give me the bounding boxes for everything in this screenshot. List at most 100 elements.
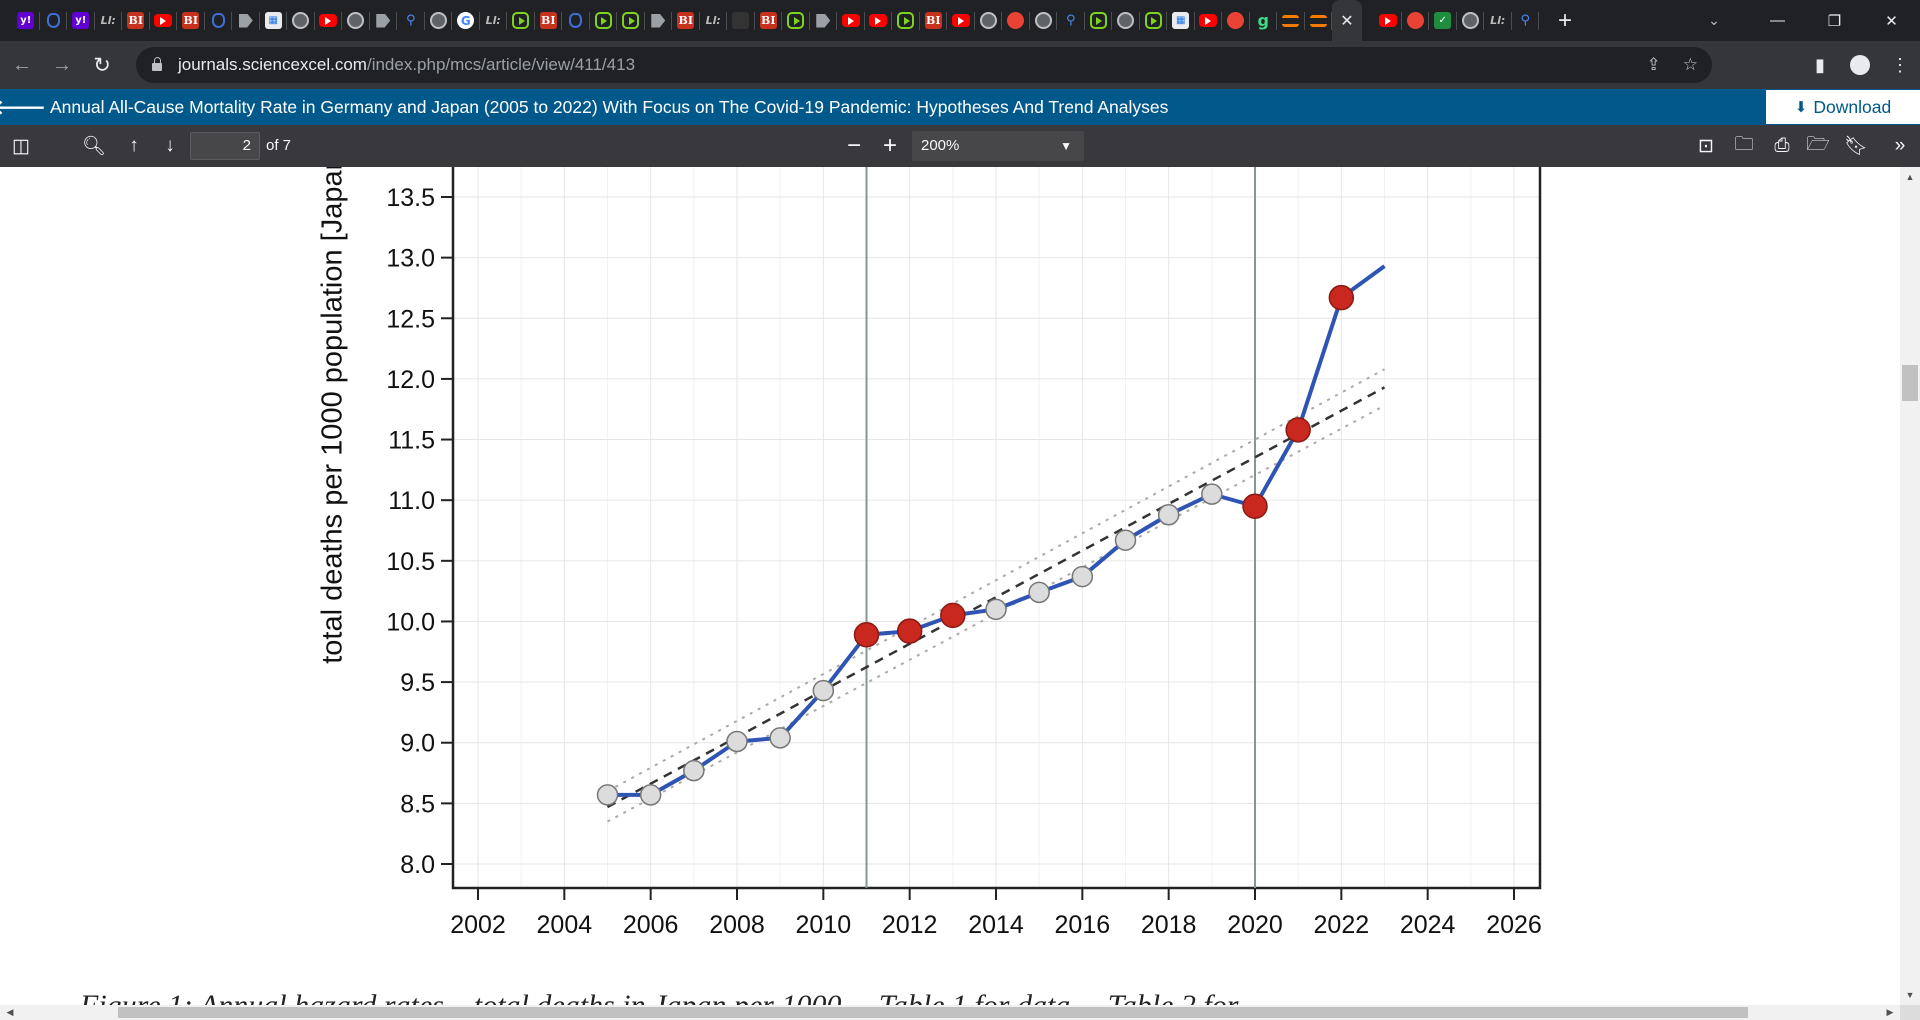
close-window-icon[interactable]: ✕	[1863, 0, 1920, 41]
side-panel-icon[interactable]: ▮	[1800, 41, 1840, 89]
browser-tab[interactable]	[727, 0, 755, 41]
browser-tab[interactable]	[150, 0, 178, 41]
browser-tab[interactable]	[590, 0, 618, 41]
minimize-icon[interactable]: —	[1749, 0, 1806, 41]
browser-tab[interactable]: G	[452, 0, 480, 41]
horizontal-scroll-thumb[interactable]	[118, 1007, 1748, 1018]
browser-tab[interactable]	[40, 0, 68, 41]
zoom-in-icon[interactable]: +	[874, 125, 906, 167]
scroll-left-icon[interactable]: ◀	[2, 1005, 18, 1020]
address-bar[interactable]: journals.sciencexcel.com /index.php/mcs/…	[136, 47, 1712, 83]
browser-tab[interactable]: ▦	[260, 0, 288, 41]
share-icon[interactable]: ⇪	[1647, 55, 1661, 75]
browser-tab[interactable]: ⚲	[1512, 0, 1540, 41]
browser-tab[interactable]: BI	[122, 0, 150, 41]
close-tab-icon[interactable]: ✕	[1340, 11, 1353, 31]
vertical-scrollbar[interactable]: ▲ ▼	[1900, 167, 1920, 1005]
reload-icon[interactable]: ↻	[84, 47, 120, 83]
browser-tab[interactable]	[562, 0, 590, 41]
back-icon[interactable]: ←	[4, 47, 40, 83]
highlight-point	[940, 602, 966, 629]
save-icon[interactable]: 🗁	[1802, 125, 1834, 167]
lock-icon[interactable]	[152, 57, 162, 71]
vertical-scroll-thumb[interactable]	[1902, 365, 1918, 401]
tab-search-chevron-icon[interactable]: ⌄	[1694, 0, 1734, 41]
browser-tab[interactable]	[1140, 0, 1168, 41]
browser-tab[interactable]: ⚲	[397, 0, 425, 41]
browser-tab[interactable]: BI	[535, 0, 563, 41]
bookmark-icon[interactable]: 🔖︎	[1840, 125, 1872, 167]
browser-tab[interactable]	[205, 0, 233, 41]
download-button[interactable]: ⬇ Download	[1766, 90, 1920, 124]
browser-tab[interactable]	[1112, 0, 1140, 41]
restore-icon[interactable]: ❐	[1806, 0, 1863, 41]
next-page-icon[interactable]: ↓	[154, 125, 186, 167]
horizontal-scrollbar[interactable]: ◀ ▶	[0, 1005, 1900, 1020]
browser-tab[interactable]	[837, 0, 865, 41]
article-title[interactable]: Annual All-Cause Mortality Rate in Germa…	[50, 97, 1168, 118]
presentation-mode-icon[interactable]: ⊡	[1690, 125, 1722, 167]
browser-tab[interactable]	[1402, 0, 1430, 41]
browser-tab[interactable]	[617, 0, 645, 41]
yt-favicon-icon	[869, 14, 888, 27]
browser-tab[interactable]: y!	[67, 0, 95, 41]
browser-tab[interactable]: BI	[177, 0, 205, 41]
browser-tab[interactable]	[782, 0, 810, 41]
scroll-down-icon[interactable]: ▼	[1900, 987, 1920, 1003]
previous-page-icon[interactable]: ↑	[118, 125, 150, 167]
browser-tab[interactable]	[342, 0, 370, 41]
browser-tab[interactable]	[315, 0, 343, 41]
profile-icon[interactable]	[1840, 41, 1880, 89]
browser-tab[interactable]: BI	[920, 0, 948, 41]
browser-tab[interactable]	[1222, 0, 1250, 41]
active-tab[interactable]: ✕	[1332, 0, 1362, 41]
browser-tab[interactable]: Ll:	[480, 0, 508, 41]
zoom-out-icon[interactable]: −	[838, 125, 870, 167]
print-icon[interactable]: ⎙	[1766, 125, 1798, 167]
browser-tab[interactable]	[370, 0, 398, 41]
browser-tab[interactable]	[865, 0, 893, 41]
open-file-icon[interactable]: 🗀	[1728, 125, 1760, 167]
browser-tab[interactable]: Ll:	[1484, 0, 1512, 41]
browser-tab[interactable]	[287, 0, 315, 41]
scroll-up-icon[interactable]: ▲	[1900, 169, 1920, 185]
data-point	[812, 679, 835, 702]
browser-tab[interactable]	[425, 0, 453, 41]
find-icon[interactable]: 🔍︎	[78, 125, 110, 167]
tools-menu-icon[interactable]: »	[1884, 125, 1916, 167]
browser-tab[interactable]: ✓	[1429, 0, 1457, 41]
browser-tab[interactable]	[1002, 0, 1030, 41]
return-arrow-icon[interactable]: 🡐	[0, 89, 46, 125]
browser-tab[interactable]: BI	[672, 0, 700, 41]
menu-kebab-icon[interactable]: ⋮	[1880, 41, 1920, 89]
page-number-input[interactable]: 2	[190, 132, 260, 160]
browser-tab[interactable]: g	[1250, 0, 1278, 41]
browser-tab[interactable]	[1305, 0, 1333, 41]
browser-tab[interactable]	[1085, 0, 1113, 41]
scroll-right-icon[interactable]: ▶	[1882, 1005, 1898, 1020]
browser-tab[interactable]	[892, 0, 920, 41]
new-tab-button[interactable]: +	[1547, 0, 1583, 41]
browser-tab[interactable]	[1277, 0, 1305, 41]
data-point	[769, 727, 791, 749]
browser-tab[interactable]	[507, 0, 535, 41]
bookmark-star-icon[interactable]: ☆	[1683, 55, 1698, 75]
browser-tab[interactable]: BI	[755, 0, 783, 41]
browser-tab[interactable]	[1030, 0, 1058, 41]
browser-tab[interactable]	[1457, 0, 1485, 41]
browser-tab[interactable]: y!	[12, 0, 40, 41]
browser-tab[interactable]: Ll:	[95, 0, 123, 41]
browser-tab[interactable]	[947, 0, 975, 41]
browser-tab[interactable]	[1374, 0, 1402, 41]
browser-tab[interactable]: Ll:	[700, 0, 728, 41]
browser-tab[interactable]	[232, 0, 260, 41]
browser-tab[interactable]: ⚲	[1057, 0, 1085, 41]
sidebar-toggle-icon[interactable]: ◫	[6, 125, 36, 167]
browser-tab[interactable]	[645, 0, 673, 41]
zoom-select[interactable]: 200% ▼	[912, 131, 1084, 161]
browser-tab[interactable]	[975, 0, 1003, 41]
browser-tab[interactable]: ▦	[1167, 0, 1195, 41]
browser-tab[interactable]	[810, 0, 838, 41]
forward-icon[interactable]: →	[44, 47, 80, 83]
browser-tab[interactable]	[1195, 0, 1223, 41]
